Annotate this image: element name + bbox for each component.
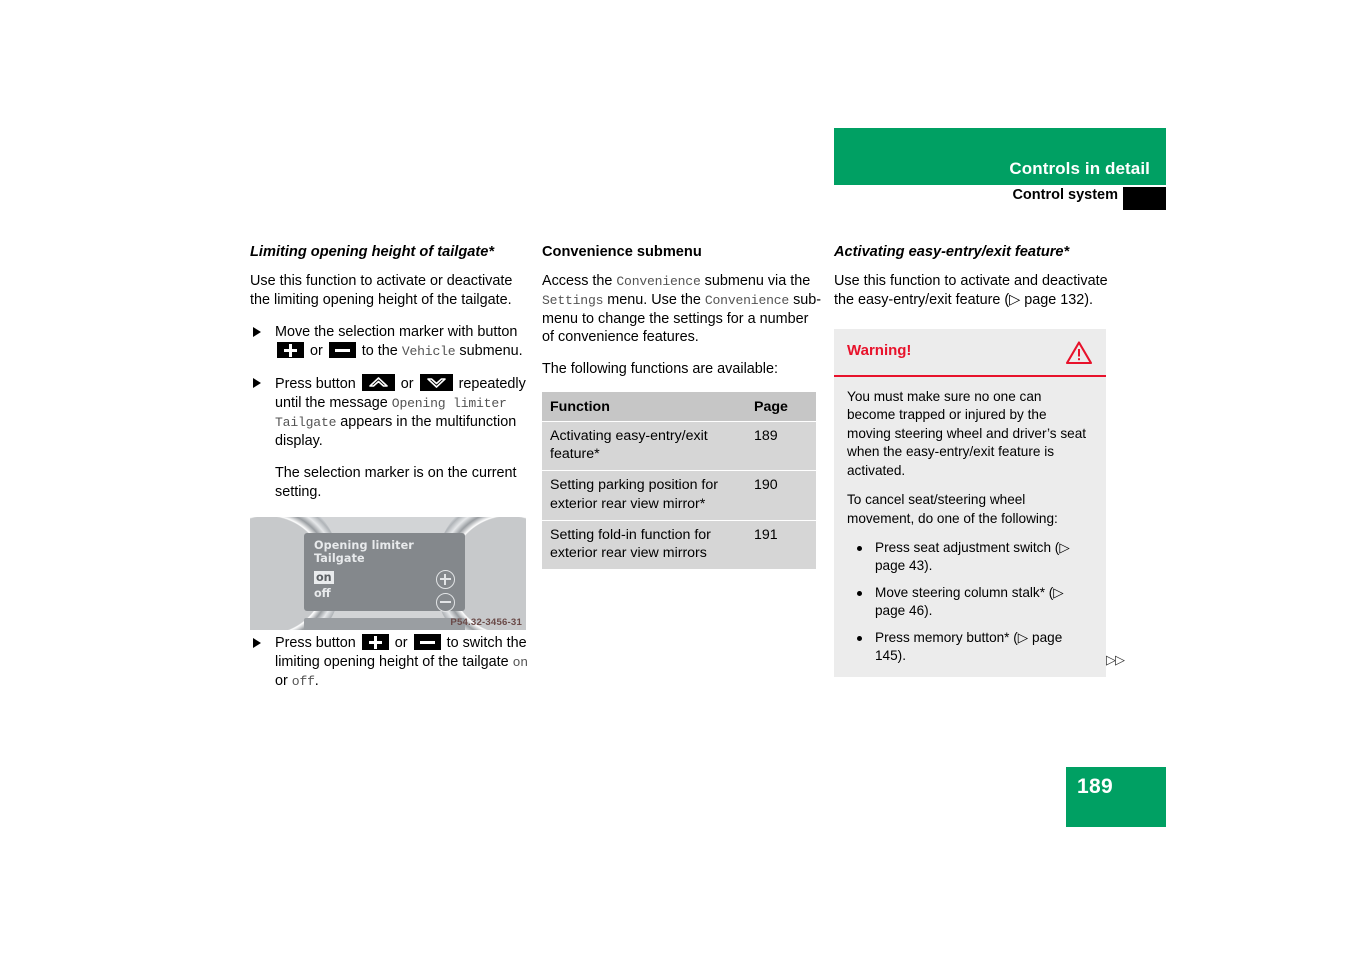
- step3-text-tail: .: [314, 673, 319, 690]
- mid-para1-a: Access the: [542, 273, 617, 290]
- figure-caption: P54.32-3456-31: [450, 617, 522, 628]
- step1-menu-name: Vehicle: [401, 343, 456, 359]
- instrument-cluster-figure: Opening limiter Tailgate on off P54.32-3…: [250, 517, 526, 630]
- right-column: Activating easy-entry/exit feature* Use …: [834, 243, 1125, 677]
- step1-text-mid: or: [306, 342, 327, 359]
- warning-triangle-icon: [1065, 340, 1093, 370]
- step3-value-on: on: [512, 655, 529, 671]
- chapter-tab-marker: [1123, 187, 1166, 210]
- page-number: 189: [1077, 775, 1113, 798]
- mid-menu-settings: Settings: [542, 292, 604, 308]
- bullet-dot-icon: [857, 546, 862, 552]
- list-item: Move steering column stalk* (▷ page 46).: [847, 584, 1093, 620]
- warning-bullet-list: Press seat adjustment switch (▷ page 43)…: [847, 539, 1093, 665]
- display-plus-circle-icon: [436, 570, 455, 589]
- triangle-bullet-icon: [253, 377, 261, 388]
- convenience-submenu-paragraph: Access the Convenience submenu via the S…: [542, 272, 824, 347]
- warning-header: Warning!: [834, 329, 1106, 377]
- subheader-row: Control system: [834, 187, 1166, 210]
- minus-button-icon: [413, 634, 441, 650]
- left-intro-paragraph: Use this function to activate or deactiv…: [250, 273, 513, 308]
- step2-text-pre: Press button: [275, 375, 360, 392]
- column-header-function: Function: [542, 391, 746, 422]
- plus-button-icon: [277, 341, 304, 358]
- left-section-title: Limiting opening height of tailgate*: [250, 244, 495, 260]
- page-number-badge: 189: [1066, 767, 1166, 827]
- table-row: Setting parking position for exterior re…: [542, 470, 816, 521]
- multifunction-display: Opening limiter Tailgate on off: [304, 533, 465, 612]
- cell-function: Activating easy-entry/exit feature*: [542, 420, 746, 471]
- table-row: Activating easy-entry/exit feature* 189: [542, 420, 816, 471]
- bullet-dot-icon: [857, 635, 862, 641]
- cell-page: 191: [746, 519, 816, 570]
- display-option-off: off: [314, 587, 331, 600]
- display-line-1: Opening limiter: [314, 539, 414, 552]
- warning-body: You must make sure no one can become tra…: [834, 377, 1106, 677]
- page-title: Controls in detail: [1009, 159, 1150, 178]
- table-row: Setting fold-in function for exterior re…: [542, 519, 816, 570]
- mid-para1-c: menu. Use the: [603, 291, 705, 308]
- warning-label: Warning!: [847, 341, 912, 359]
- left-column-lower: Press button or to switch the limiting o…: [250, 634, 532, 704]
- down-arrow-button-icon: [419, 373, 453, 391]
- warning-bullet-text: Press seat adjustment switch (▷ page 43)…: [875, 540, 1070, 573]
- warning-paragraph-1: You must make sure no one can become tra…: [847, 388, 1087, 478]
- header-green-band: Controls in detail: [834, 128, 1166, 185]
- section-subtitle: Control system: [1012, 187, 1118, 203]
- mid-para1-b: submenu via the: [700, 273, 811, 290]
- mid-menu-convenience-2: Convenience: [704, 292, 790, 308]
- step1-text-pre: Move the selection marker with button: [275, 323, 518, 340]
- display-line-2: Tailgate: [314, 552, 365, 565]
- left-column: Limiting opening height of tailgate* Use…: [250, 243, 532, 515]
- list-item: Press memory button* (▷ page 145).: [847, 629, 1093, 665]
- right-intro-paragraph: Use this function to activate and deacti…: [834, 273, 1108, 308]
- functions-available-lead-in: The following functions are available:: [542, 361, 778, 378]
- display-minus-circle-icon: [436, 593, 455, 612]
- mid-menu-convenience-1: Convenience: [616, 274, 701, 290]
- list-item: Press seat adjustment switch (▷ page 43)…: [847, 539, 1093, 575]
- display-option-on-selected: on: [314, 571, 334, 584]
- triangle-bullet-icon: [253, 326, 261, 337]
- cell-page: 190: [746, 470, 816, 521]
- minus-button-icon: [328, 341, 356, 358]
- functions-table: Function Page Activating easy-entry/exit…: [542, 391, 816, 570]
- step3-text-mid: or: [390, 635, 412, 651]
- table-header-row: Function Page: [542, 391, 816, 422]
- warning-paragraph-2: To cancel seat/steering wheel movement, …: [847, 492, 1058, 526]
- cell-function: Setting parking position for exterior re…: [542, 470, 746, 521]
- bullet-dot-icon: [857, 590, 862, 596]
- step3-value-off: off: [291, 674, 315, 690]
- warning-bullet-text: Press memory button* (▷ page 145).: [875, 629, 1063, 663]
- step-press-button-repeatedly: Press button or repeatedly until the mes…: [250, 373, 532, 451]
- warning-box: Warning! You must make sure no one can b…: [834, 328, 1125, 677]
- step-move-selection-marker: Move the selection marker with button or…: [250, 323, 532, 361]
- cell-function: Setting fold-in function for exterior re…: [542, 519, 746, 570]
- cluster-lower-panel: [304, 618, 465, 630]
- selection-marker-note: The selection marker is on the current s…: [275, 464, 517, 500]
- column-header-page: Page: [746, 391, 816, 422]
- step1-text-tail: submenu.: [455, 342, 523, 359]
- cell-page: 189: [746, 420, 816, 471]
- continuation-marker-icon: ▷▷: [1106, 651, 1125, 667]
- right-section-title: Activating easy-entry/exit feature*: [834, 244, 1070, 260]
- warning-bullet-text: Move steering column stalk* (▷ page 46).: [875, 584, 1064, 618]
- step1-text-post: to the: [357, 342, 402, 359]
- up-arrow-button-icon: [361, 373, 395, 391]
- step2-text-mid: or: [396, 375, 418, 392]
- step3-text-pre: Press button: [275, 635, 360, 651]
- step-press-to-switch: Press button or to switch the limiting o…: [250, 634, 532, 691]
- middle-column: Convenience submenu Access the Convenien…: [542, 243, 824, 570]
- triangle-bullet-icon: [253, 638, 261, 648]
- plus-button-icon: [361, 634, 389, 650]
- middle-section-title: Convenience submenu: [542, 244, 702, 260]
- step3-joiner: or: [275, 673, 292, 690]
